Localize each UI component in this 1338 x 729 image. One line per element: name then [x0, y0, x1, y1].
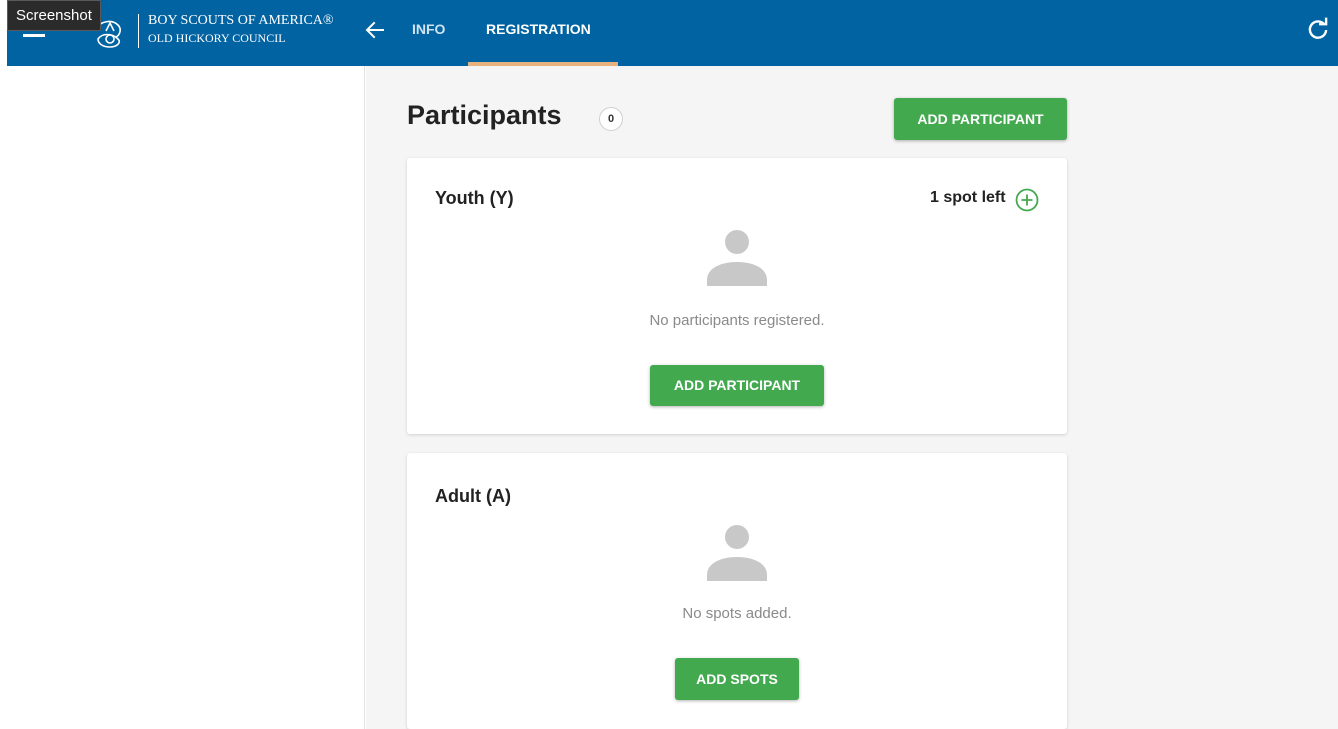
brand-subtitle: OLD HICKORY COUNCIL [148, 31, 286, 45]
refresh-icon[interactable] [1305, 16, 1331, 42]
empty-state-text: No spots added. [682, 605, 792, 622]
empty-person-icon [707, 230, 767, 286]
brand-title: BOY SCOUTS OF AMERICA® [148, 13, 334, 28]
tab-registration[interactable]: REGISTRATION [486, 21, 591, 37]
empty-state-text: No participants registered. [649, 312, 825, 329]
add-participant-button[interactable]: ADD PARTICIPANT [650, 365, 824, 406]
app-root: Screenshot BOY SCOUTS OF AMERICA® OLD HI… [0, 0, 1338, 729]
youth-card: Youth (Y) 1 spot left No participants re… [407, 158, 1067, 434]
page-title: Participants [407, 100, 562, 130]
brand-divider [138, 14, 139, 48]
add-participant-header-button[interactable]: ADD PARTICIPANT [894, 98, 1067, 140]
add-spots-button[interactable]: ADD SPOTS [675, 658, 799, 700]
card-title: Adult (A) [435, 486, 511, 506]
card-title: Youth (Y) [435, 188, 514, 208]
back-arrow-icon[interactable] [363, 18, 387, 42]
spots-left-label: 1 spot left [930, 189, 1006, 206]
menu-icon[interactable] [23, 34, 45, 37]
add-spot-icon[interactable] [1015, 188, 1039, 212]
adult-card: Adult (A) No spots added. ADD SPOTS [407, 453, 1067, 729]
tab-info[interactable]: INFO [412, 21, 445, 37]
sidebar [7, 66, 365, 729]
empty-person-icon [707, 525, 767, 581]
screenshot-tooltip: Screenshot [7, 0, 101, 31]
participant-count-badge: 0 [599, 107, 623, 131]
